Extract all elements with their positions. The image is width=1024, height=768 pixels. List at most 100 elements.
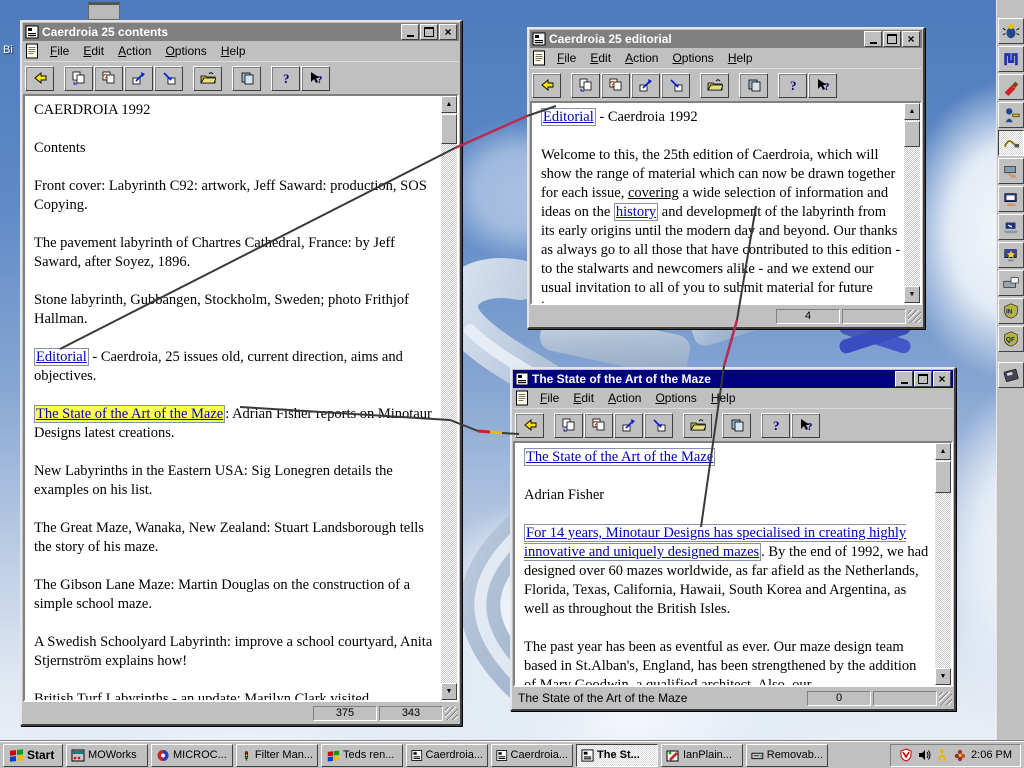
- scroll-thumb[interactable]: [904, 121, 920, 147]
- scroll-up-button[interactable]: ▲: [904, 103, 920, 120]
- help-button[interactable]: ?: [778, 72, 807, 98]
- taskbar-button-removable[interactable]: Removab...: [746, 743, 828, 767]
- context-help-button[interactable]: ?: [808, 72, 837, 98]
- maximize-button[interactable]: [883, 31, 901, 47]
- titlebar[interactable]: The State of the Art of the Maze ×: [513, 370, 953, 388]
- copy-page-button[interactable]: [571, 72, 600, 98]
- scroll-thumb[interactable]: [441, 114, 457, 144]
- titlebar[interactable]: Caerdroia 25 contents ×: [23, 23, 459, 41]
- taskbar-button-the-state[interactable]: The St...: [576, 743, 658, 767]
- resize-grip[interactable]: [939, 691, 952, 705]
- context-help-button[interactable]: ?: [791, 412, 820, 438]
- menu-file[interactable]: File: [43, 42, 76, 60]
- desktop-mini-icon[interactable]: [88, 2, 120, 20]
- menu-file[interactable]: File: [550, 49, 583, 67]
- scroll-down-button[interactable]: ▼: [904, 286, 920, 303]
- link-out-button[interactable]: [631, 72, 660, 98]
- menu-help[interactable]: Help: [214, 42, 253, 60]
- vertical-scrollbar[interactable]: ▲ ▼: [441, 96, 457, 700]
- start-button[interactable]: Start: [3, 743, 63, 767]
- maximize-button[interactable]: [420, 24, 438, 40]
- copy-docs-button[interactable]: [722, 412, 751, 438]
- laptop-icon-button[interactable]: [997, 214, 1024, 240]
- taskbar-button-ianplain[interactable]: IanPlain...: [661, 743, 743, 767]
- menu-action[interactable]: Action: [111, 42, 158, 60]
- taskbar-button-moworks[interactable]: MOWorks: [66, 743, 148, 767]
- brush-icon-button[interactable]: [997, 74, 1024, 100]
- open-folder-button[interactable]: [193, 65, 222, 91]
- link-out-button[interactable]: [614, 412, 643, 438]
- menu-help[interactable]: Help: [721, 49, 760, 67]
- scroll-down-button[interactable]: ▼: [935, 668, 951, 685]
- link-in-button[interactable]: [644, 412, 673, 438]
- copy-docs-button[interactable]: [232, 65, 261, 91]
- flower-icon[interactable]: [953, 748, 967, 762]
- vertical-scrollbar[interactable]: ▲ ▼: [904, 103, 920, 303]
- minimize-button[interactable]: [401, 24, 419, 40]
- menu-edit[interactable]: Edit: [566, 389, 601, 407]
- taskbar-button-teds[interactable]: Teds ren...: [321, 743, 403, 767]
- open-folder-button[interactable]: [700, 72, 729, 98]
- copy-page-button[interactable]: [64, 65, 93, 91]
- bug-icon-button[interactable]: [997, 18, 1024, 44]
- key-person-icon-button[interactable]: [997, 102, 1024, 128]
- vertical-scrollbar[interactable]: ▲ ▼: [935, 443, 951, 685]
- replace-page-button[interactable]: ?: [584, 412, 613, 438]
- monitor-star-icon-button[interactable]: [997, 242, 1024, 268]
- scroll-up-button[interactable]: ▲: [935, 443, 951, 460]
- copy-page-button[interactable]: [554, 412, 583, 438]
- back-exit-button[interactable]: [25, 65, 54, 91]
- taskbar-button-filter-manager[interactable]: Filter Man...: [236, 743, 318, 767]
- minimize-button[interactable]: [864, 31, 882, 47]
- menu-options[interactable]: Options: [665, 49, 720, 67]
- highlighted-hyperlink[interactable]: The State of the Art of the Maze: [34, 405, 226, 423]
- hyperlink[interactable]: Editorial: [34, 348, 89, 366]
- menu-action[interactable]: Action: [601, 389, 648, 407]
- hyperlink[interactable]: The State of the Art of the Maze: [524, 448, 716, 466]
- painter-icon-button[interactable]: [997, 158, 1024, 184]
- resize-grip[interactable]: [908, 309, 921, 323]
- messenger-icon[interactable]: [935, 748, 949, 762]
- menu-options[interactable]: Options: [158, 42, 213, 60]
- link-out-button[interactable]: [124, 65, 153, 91]
- maze-icon-button[interactable]: [997, 46, 1024, 72]
- book-hand-icon-button[interactable]: [997, 186, 1024, 212]
- resize-grip[interactable]: [445, 706, 458, 720]
- disk-icon-button[interactable]: [997, 362, 1024, 388]
- replace-page-button[interactable]: ?: [94, 65, 123, 91]
- close-button[interactable]: ×: [933, 371, 951, 387]
- taskbar-button-caerdroia-2[interactable]: Caerdroia...: [491, 743, 573, 767]
- replace-page-button[interactable]: ?: [601, 72, 630, 98]
- menu-edit[interactable]: Edit: [76, 42, 111, 60]
- shield-icon[interactable]: [899, 748, 913, 762]
- back-exit-button[interactable]: [532, 72, 561, 98]
- menu-file[interactable]: File: [533, 389, 566, 407]
- hyperlink[interactable]: Editorial: [541, 108, 596, 126]
- drive-box-icon-button[interactable]: [997, 270, 1024, 296]
- speaker-icon[interactable]: [917, 748, 931, 762]
- taskbar-button-caerdroia-1[interactable]: Caerdroia...: [406, 743, 488, 767]
- maximize-button[interactable]: [914, 371, 932, 387]
- menu-options[interactable]: Options: [648, 389, 703, 407]
- back-exit-button[interactable]: [515, 412, 544, 438]
- badge-qf-icon-button[interactable]: QF: [997, 326, 1024, 352]
- minimize-button[interactable]: [895, 371, 913, 387]
- open-folder-button[interactable]: [683, 412, 712, 438]
- help-button[interactable]: ?: [271, 65, 300, 91]
- link-in-button[interactable]: [154, 65, 183, 91]
- copy-docs-button[interactable]: [739, 72, 768, 98]
- scroll-thumb[interactable]: [935, 461, 951, 493]
- taskbar-button-microcosm[interactable]: MICROC...: [151, 743, 233, 767]
- badge-in-icon-button[interactable]: IN: [997, 298, 1024, 324]
- cable-icon-button[interactable]: [997, 130, 1024, 156]
- titlebar[interactable]: Caerdroia 25 editorial ×: [530, 30, 922, 48]
- close-button[interactable]: ×: [902, 31, 920, 47]
- context-help-button[interactable]: ?: [301, 65, 330, 91]
- desktop-icon-label[interactable]: Bi: [3, 44, 13, 56]
- menu-edit[interactable]: Edit: [583, 49, 618, 67]
- hyperlink[interactable]: history: [613, 203, 659, 221]
- link-in-button[interactable]: [661, 72, 690, 98]
- scroll-down-button[interactable]: ▼: [441, 683, 457, 700]
- close-button[interactable]: ×: [439, 24, 457, 40]
- menu-help[interactable]: Help: [704, 389, 743, 407]
